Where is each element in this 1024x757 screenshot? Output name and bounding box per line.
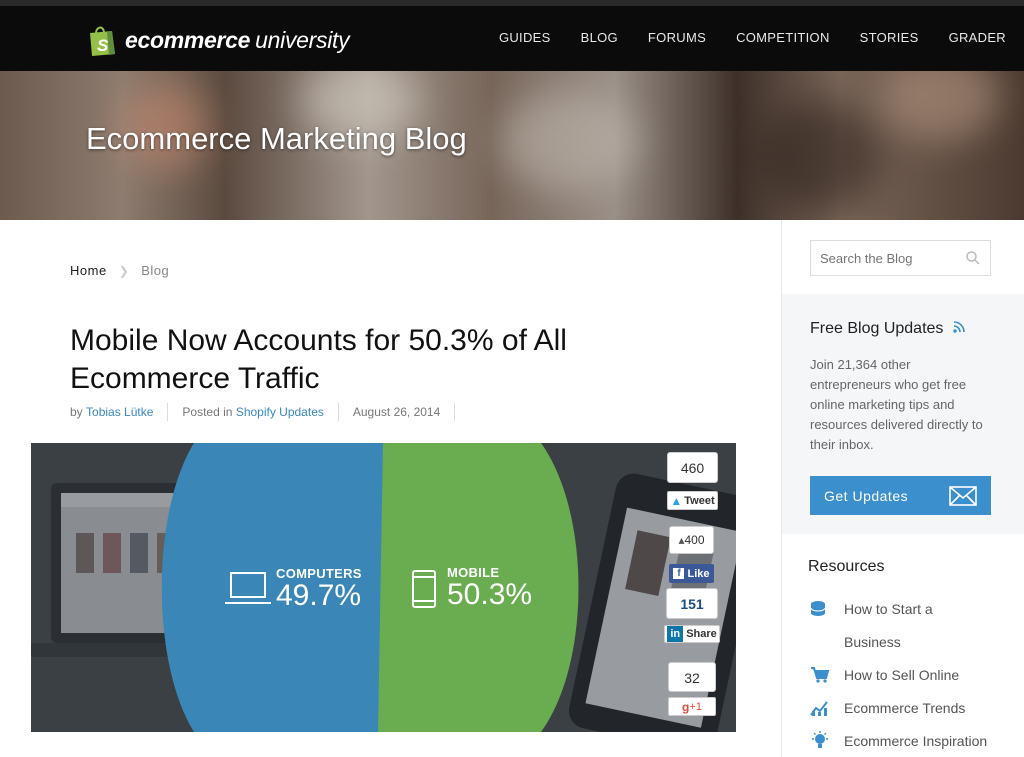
breadcrumb-current[interactable]: Blog [141,263,169,278]
chevron-right-icon: ❯ [118,263,130,278]
shopping-bag-logo-icon: S [87,24,117,57]
breadcrumb-home[interactable]: Home [70,263,107,278]
nav-blog[interactable]: BLOG [581,30,618,45]
resource-item-inspiration[interactable]: Ecommerce Inspiration [810,725,987,757]
top-navbar: S ecommerce university GUIDES BLOG FORUMS… [0,0,1024,71]
resource-label: Ecommerce Inspiration [844,733,988,749]
by-label: by [70,405,83,419]
post-title: Mobile Now Accounts for 50.3% of All Eco… [70,324,567,395]
svg-text:S: S [97,36,109,55]
posted-in-label: Posted in [182,405,233,419]
nav-competition[interactable]: COMPETITION [736,30,830,45]
logo-text-bold: ecommerce [125,26,251,53]
updates-title: Free Blog Updates [810,320,944,337]
main-nav: GUIDES BLOG FORUMS COMPETITION STORIES G… [469,30,1006,45]
meta-divider [167,403,169,421]
resource-item-sell-online[interactable]: How to Sell Online [810,659,959,692]
meta-divider [454,403,456,421]
get-updates-button[interactable]: Get Updates [810,476,991,515]
nav-stories[interactable]: STORIES [860,30,919,45]
category-link[interactable]: Shopify Updates [236,405,324,419]
google-plus-icon: g [682,699,690,714]
updates-description: Join 21,364 other entrepreneurs who get … [810,357,983,452]
facebook-like-button[interactable]: f Like [669,564,714,583]
linkedin-count: 151 [666,588,718,619]
tweet-count: 460 [667,452,718,483]
facebook-like-label: Like [687,567,710,580]
feature-image: COMPUTERS 49.7% MOBILE 50.3% [31,443,736,732]
envelope-icon [949,486,977,509]
computers-label-group: COMPUTERS 49.7% [276,566,362,611]
facebook-count-box: ▴400 [669,526,714,554]
search-input[interactable] [811,250,961,266]
resource-label: How to Start a Business [844,601,933,650]
blog-search [810,240,991,276]
breadcrumb: Home ❯ Blog [70,263,169,278]
facebook-count: 400 [684,533,705,547]
updates-title-row: Free Blog Updates [810,320,966,338]
mobile-label-group: MOBILE 50.3% [447,565,532,610]
nav-guides[interactable]: GUIDES [499,30,551,45]
meta-divider [337,403,339,421]
gplus-button[interactable]: g +1 [668,697,716,716]
hero-banner: Ecommerce Marketing Blog [0,71,1024,220]
tweet-button[interactable]: ▲ Tweet [667,491,718,510]
hero-title: Ecommerce Marketing Blog [86,121,467,156]
chart-icon [810,698,830,718]
cart-icon [810,665,830,685]
nav-grader[interactable]: GRADER [949,30,1006,45]
computers-percent: 49.7% [276,579,362,612]
linkedin-icon: in [667,626,684,642]
nav-forums[interactable]: FORUMS [648,30,706,45]
resources-title: Resources [808,558,885,575]
logo-text-light: university [255,26,350,53]
gplus-label: +1 [689,700,702,713]
search-icon[interactable] [966,251,980,270]
resource-item-trends[interactable]: Ecommerce Trends [810,692,965,725]
rss-icon [953,320,966,338]
lightbulb-icon [810,731,830,751]
tweet-label: Tweet [684,494,715,507]
coins-icon [810,599,830,619]
linkedin-share-button[interactable]: in Share [664,625,720,643]
get-updates-label: Get Updates [824,487,909,504]
mobile-percent: 50.3% [447,578,533,611]
facebook-icon: f [673,568,685,579]
post-date: August 26, 2014 [352,405,441,419]
linkedin-share-label: Share [686,628,717,640]
gplus-count: 32 [668,662,716,692]
post-meta: by Tobias Lütke Posted in Shopify Update… [70,403,469,421]
twitter-bird-icon: ▲ [670,493,683,508]
resource-item-start-business[interactable]: How to Start a Business [810,593,954,659]
resource-label: How to Sell Online [844,667,960,683]
resource-label: Ecommerce Trends [844,700,966,716]
author-link[interactable]: Tobias Lütke [86,405,153,419]
site-logo[interactable]: S ecommerce university [87,22,350,58]
